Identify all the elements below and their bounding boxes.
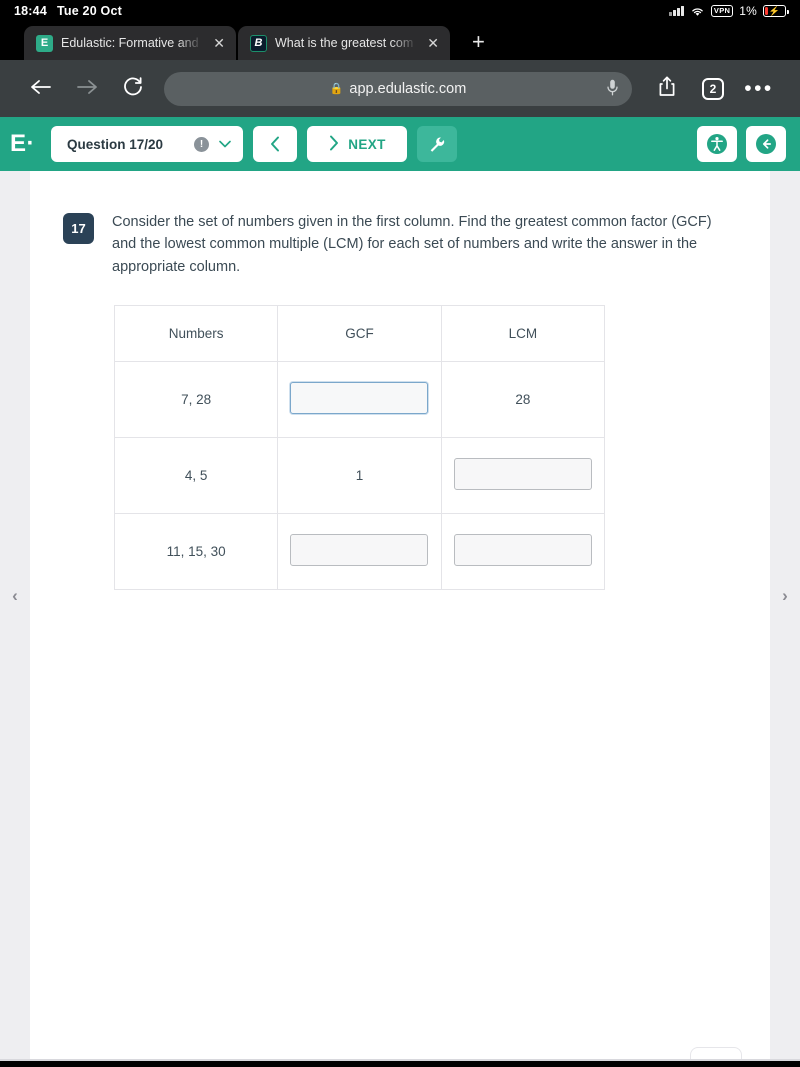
next-button-label: NEXT [348,136,386,152]
page-previous-arrow[interactable]: ‹ [0,586,30,606]
question-card: 17 Consider the set of numbers given in … [30,171,770,1061]
column-header-lcm: LCM [440,305,606,363]
reload-button[interactable] [110,76,156,102]
url-text-wrap: 🔒 app.edulastic.com [330,81,467,97]
exit-test-button[interactable] [746,126,786,162]
share-button[interactable] [644,76,690,101]
wifi-icon [692,7,703,16]
right-gutter [770,171,800,1061]
gcf-cell: 1 [277,437,442,515]
question-number-badge: 17 [63,213,94,244]
tab-overview-button[interactable]: 2 [690,77,736,100]
address-bar[interactable]: 🔒 app.edulastic.com [164,71,632,106]
question-prompt: Consider the set of numbers given in the… [112,214,712,275]
battery-percent: 1% [739,4,757,18]
vpn-badge-icon: VPN [710,5,734,17]
lcm-input-row-3[interactable] [453,534,592,567]
close-icon[interactable]: ✕ [425,34,441,52]
table-header-row: Numbers GCF LCM [113,305,606,363]
browser-tab-strip: E Edulastic: Formative and ✕ B What is t… [0,22,800,60]
left-gutter: ‹ [0,171,30,1061]
status-bar-left: 18:44 Tue 20 Oct [14,4,122,18]
gcf-lcm-table: Numbers GCF LCM 7, 28 28 4, 5 1 11, 15, … [113,305,606,591]
tab-count: 2 [702,77,724,100]
page-bottom-divider [0,1059,800,1061]
next-question-button[interactable]: NEXT [307,126,407,162]
chevron-right-icon [328,135,339,154]
lock-icon: 🔒 [329,83,344,95]
info-icon: ! [194,136,209,152]
gcf-cell [277,513,442,591]
status-date: Tue 20 Oct [56,4,122,18]
edulastic-app-header: E· Question 17/20 ! NEXT [0,117,800,171]
table-row: 7, 28 28 [113,361,606,439]
column-header-gcf: GCF [277,305,442,363]
close-icon[interactable]: ✕ [211,34,227,52]
tab-title: What is the greatest com [275,36,414,50]
tab-title: Edulastic: Formative and [61,36,199,50]
assessment-page: ‹ 17 Consider the set of numbers given i… [0,171,800,1061]
lcm-cell [440,437,606,515]
tools-button[interactable] [417,126,457,162]
lcm-input-row-2[interactable] [453,458,592,491]
lcm-cell [440,513,606,591]
chevron-down-icon [219,137,231,151]
back-button[interactable] [18,77,64,101]
browser-toolbar: 🔒 app.edulastic.com 2 ••• [0,60,800,117]
question-selector[interactable]: Question 17/20 ! [51,126,243,162]
brainly-favicon-icon: B [250,34,267,52]
cellular-signal-icon [669,6,684,16]
previous-question-button[interactable] [253,126,297,162]
edulastic-logo[interactable]: E· [10,130,41,158]
microphone-icon[interactable] [607,79,618,99]
edulastic-favicon-icon: E [36,34,53,52]
browser-tab-brainly[interactable]: B What is the greatest com ✕ [238,26,450,60]
accessibility-button[interactable] [697,126,737,162]
browser-tab-edulastic[interactable]: E Edulastic: Formative and ✕ [24,26,236,60]
new-tab-button[interactable]: + [472,31,485,53]
page-next-arrow[interactable]: › [770,586,800,606]
column-header-numbers: Numbers [113,305,279,363]
url-text: app.edulastic.com [349,80,467,97]
app-header-actions [697,126,786,162]
table-row: 4, 5 1 [113,437,606,515]
gcf-cell [277,361,442,439]
numbers-cell: 7, 28 [113,361,279,439]
gcf-input-row-3[interactable] [290,534,429,567]
status-bar-right: VPN 1% ⚡ [669,4,789,18]
more-menu-button[interactable]: ••• [736,78,782,99]
status-time: 18:44 [14,4,47,18]
gcf-input-row-1[interactable] [290,382,429,415]
question-header-row: 17 Consider the set of numbers given in … [30,171,770,278]
numbers-cell: 4, 5 [113,437,279,515]
question-counter-label: Question 17/20 [67,136,164,152]
table-row: 11, 15, 30 [113,513,606,591]
forward-button[interactable] [64,77,110,101]
lcm-cell: 28 [440,361,606,439]
battery-charging-icon: ⚡ [763,5,789,17]
ipad-status-bar: 18:44 Tue 20 Oct VPN 1% ⚡ [0,0,800,22]
numbers-cell: 11, 15, 30 [113,513,279,591]
